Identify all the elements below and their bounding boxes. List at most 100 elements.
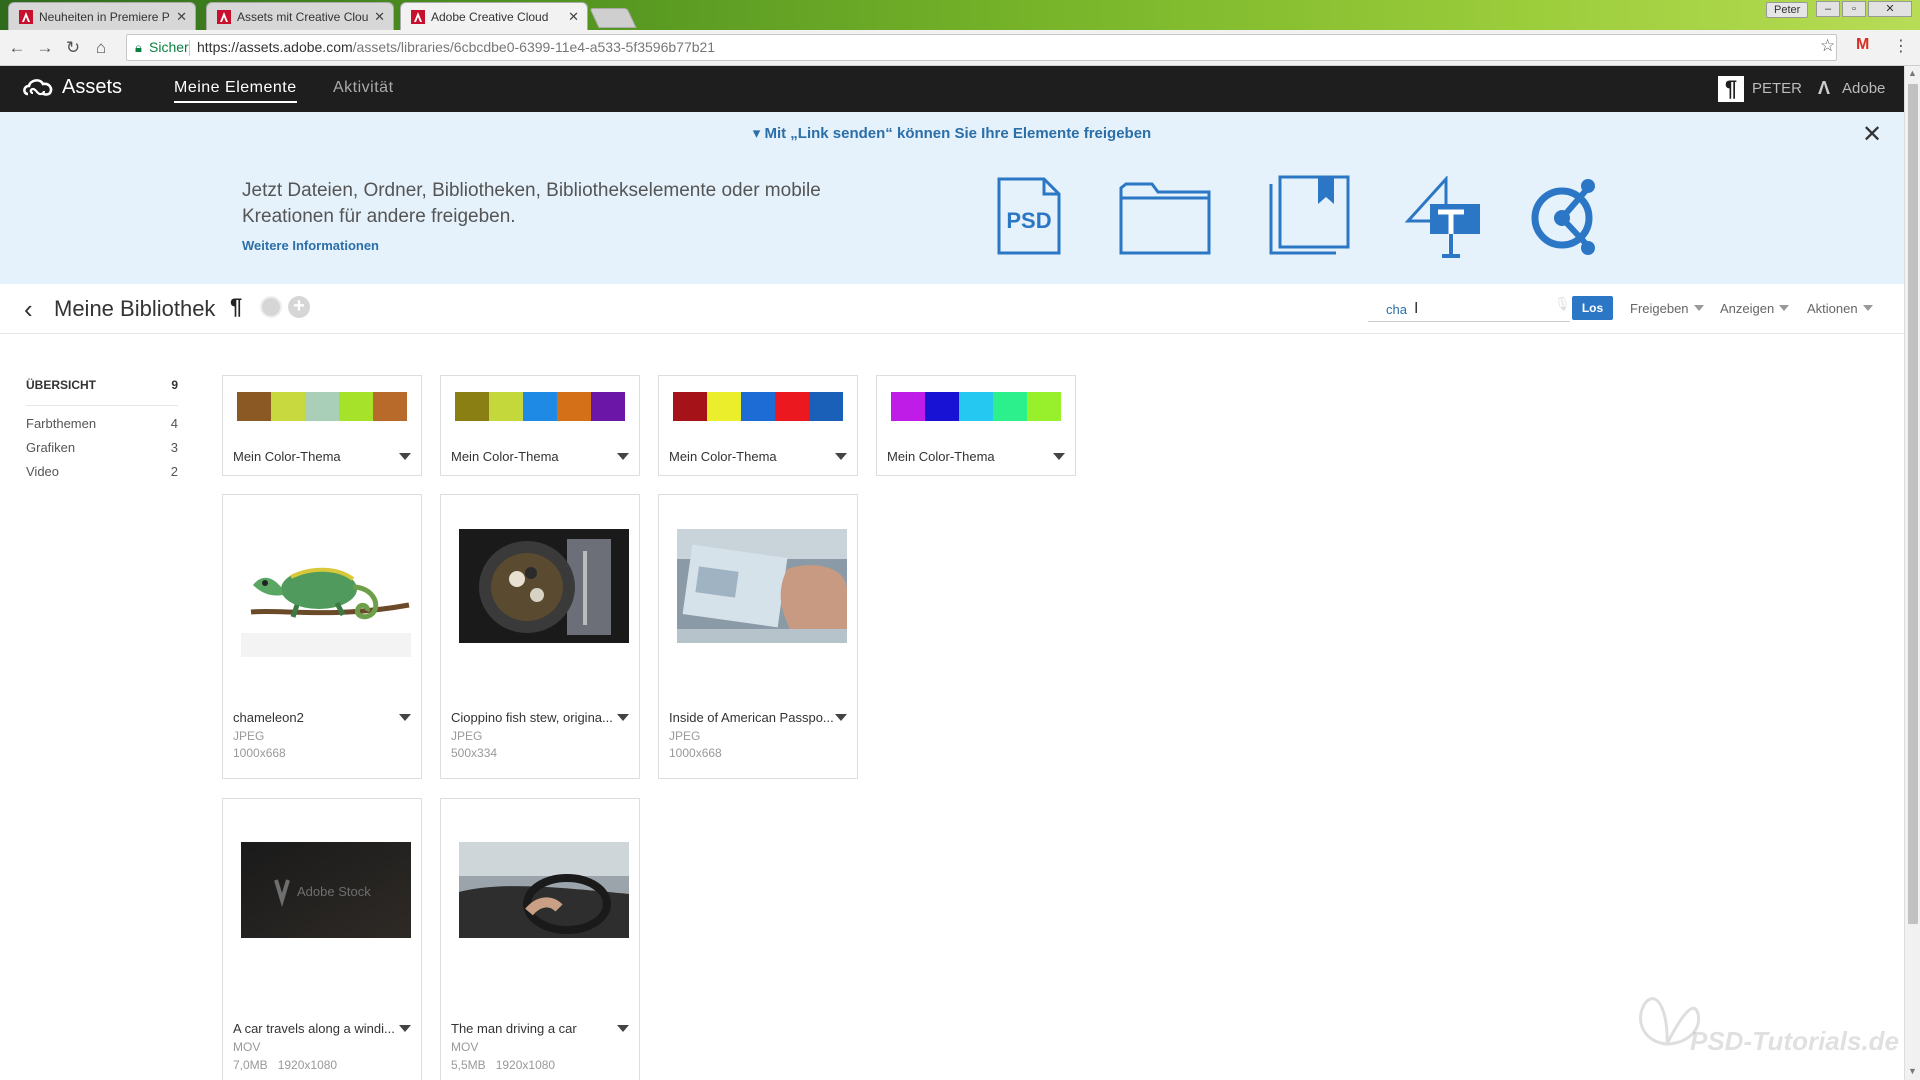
user-name[interactable]: PETER (1752, 80, 1802, 97)
sidebar-item-color-themes[interactable]: Farbthemen 4 (26, 416, 178, 440)
browser-tab-assets[interactable]: Assets mit Creative Clou ✕ (206, 2, 394, 30)
nav-activity[interactable]: Aktivität (333, 79, 394, 97)
video-card[interactable]: Adobe Stock A car travels along a windi.… (222, 798, 422, 1080)
mobile-creation-icon (1531, 179, 1595, 255)
color-theme-card[interactable]: Mein Color-Thema (440, 375, 640, 476)
sidebar-overview-label: ÜBERSICHT (26, 378, 97, 392)
app-title[interactable]: Assets (62, 76, 122, 99)
color-swatch (959, 392, 993, 421)
color-theme-card[interactable]: Mein Color-Thema (876, 375, 1076, 476)
adobe-label[interactable]: Adobe (1842, 80, 1885, 97)
card-menu-icon[interactable] (399, 1025, 411, 1032)
sidebar-item-graphics[interactable]: Grafiken 3 (26, 440, 178, 464)
banner-close-icon[interactable]: ✕ (1862, 120, 1882, 149)
card-menu-icon[interactable] (617, 714, 629, 721)
psd-file-icon: PSD (997, 177, 1061, 255)
sidebar-overview[interactable]: ÜBERSICHT 9 (26, 378, 178, 406)
color-theme-name: Mein Color-Thema (887, 449, 995, 464)
passport-thumbnail (677, 529, 847, 643)
search-input[interactable] (1368, 298, 1570, 322)
url-separator (189, 40, 190, 56)
card-menu-icon[interactable] (1053, 453, 1065, 460)
fish-stew-thumbnail (459, 529, 629, 643)
tab-close-icon[interactable]: ✕ (568, 9, 579, 25)
library-icon (1269, 175, 1350, 255)
chevron-down-icon (1779, 305, 1790, 311)
secure-label: Sicher (149, 39, 189, 55)
graphic-name: Inside of American Passpo... (669, 710, 834, 725)
video-card[interactable]: The man driving a car MOV 5,5MB 1920x108… (440, 798, 640, 1080)
graphic-card[interactable]: Cioppino fish stew, origina... JPEG 500x… (440, 494, 640, 779)
scroll-thumb[interactable] (1908, 84, 1918, 924)
adobe-logo-icon[interactable]: Λ (1818, 78, 1830, 99)
lock-icon: 🔒︎ (135, 40, 142, 55)
browser-menu-icon[interactable]: ⋮ (1893, 36, 1909, 56)
maximize-icon[interactable]: ▫ (1842, 1, 1866, 17)
minimize-icon[interactable]: – (1816, 1, 1840, 17)
library-owner-icon[interactable]: ¶ (230, 294, 242, 320)
nav-my-elements[interactable]: Meine Elemente (174, 79, 297, 103)
color-theme-card[interactable]: Mein Color-Thema (222, 375, 422, 476)
browser-tab-premiere[interactable]: Neuheiten in Premiere P ✕ (8, 2, 196, 30)
add-collaborator-icon[interactable]: + (288, 296, 310, 318)
scroll-up-arrow-icon[interactable]: ▲ (1908, 68, 1917, 78)
color-swatch (489, 392, 523, 421)
color-swatch (1027, 392, 1061, 421)
card-menu-icon[interactable] (835, 714, 847, 721)
search-go-button[interactable]: Los (1572, 296, 1613, 320)
microphone-icon[interactable]: 🎙︎ (1554, 296, 1571, 312)
tab-close-icon[interactable]: ✕ (176, 9, 187, 25)
forward-arrow-icon[interactable]: → (34, 37, 56, 59)
new-tab-button[interactable] (589, 8, 637, 28)
home-icon[interactable]: ⌂ (90, 37, 112, 59)
sidebar-item-count: 4 (170, 416, 178, 431)
back-chevron-icon[interactable]: ‹ (24, 294, 33, 325)
card-menu-icon[interactable] (399, 453, 411, 460)
gmail-extension-icon[interactable]: M (1856, 36, 1869, 54)
chameleon-thumbnail (241, 527, 411, 657)
psd-label: PSD (1006, 208, 1051, 233)
creative-cloud-logo-icon[interactable] (22, 76, 54, 100)
browser-toolbar: ← → ↻ ⌂ 🔒︎ Sicher https://assets.adobe.c… (0, 30, 1920, 66)
reload-icon[interactable]: ↻ (62, 37, 84, 59)
actions-menu[interactable]: Aktionen (1807, 301, 1873, 316)
adobe-favicon-icon (19, 9, 33, 24)
card-menu-icon[interactable] (617, 1025, 629, 1032)
man-driving-image (459, 842, 629, 938)
color-swatch (523, 392, 557, 421)
color-swatch (925, 392, 959, 421)
chevron-down-icon (1862, 305, 1873, 311)
sidebar-item-label: Grafiken (26, 440, 76, 455)
graphic-card[interactable]: chameleon2 JPEG 1000x668 (222, 494, 422, 779)
color-swatch (809, 392, 843, 421)
browser-tab-creative-cloud[interactable]: Adobe Creative Cloud ✕ (400, 2, 588, 30)
scroll-down-arrow-icon[interactable]: ▼ (1908, 1066, 1917, 1076)
user-avatar-icon[interactable]: ¶ (1718, 76, 1744, 102)
card-menu-icon[interactable] (835, 453, 847, 460)
graphic-dimensions: 1000x668 (669, 746, 722, 760)
sidebar-item-video[interactable]: Video 2 (26, 464, 178, 488)
color-theme-name: Mein Color-Thema (451, 449, 559, 464)
address-bar[interactable]: 🔒︎ Sicher https://assets.adobe.com/asset… (126, 34, 1837, 61)
browser-profile-button[interactable]: Peter (1766, 2, 1809, 18)
bookmark-star-icon[interactable]: ☆ (1820, 36, 1835, 56)
color-swatches (673, 392, 843, 421)
card-menu-icon[interactable] (399, 714, 411, 721)
psd-tutorials-watermark: PSD-Tutorials.de (1690, 1026, 1900, 1056)
color-swatches (237, 392, 407, 421)
card-menu-icon[interactable] (617, 453, 629, 460)
back-arrow-icon[interactable]: ← (6, 37, 28, 59)
banner-headline[interactable]: ▾ Mit „Link senden“ können Sie Ihre Elem… (0, 124, 1904, 142)
page-scrollbar[interactable]: ▲ ▼ (1904, 66, 1920, 1080)
collaborator-avatar-icon[interactable] (260, 296, 282, 318)
color-theme-card[interactable]: Mein Color-Thema (658, 375, 858, 476)
view-menu[interactable]: Anzeigen (1720, 301, 1790, 316)
window-close-icon[interactable]: ✕ (1868, 1, 1912, 17)
video-dimensions: 1920x1080 (495, 1058, 556, 1072)
url-path: /assets/libraries/6cbcdbe0-6399-11e4-a53… (352, 39, 716, 55)
video-size-dims: 7,0MB 1920x1080 (233, 1058, 337, 1072)
tab-close-icon[interactable]: ✕ (374, 9, 385, 25)
graphic-card[interactable]: Inside of American Passpo... JPEG 1000x6… (658, 494, 858, 779)
more-info-link[interactable]: Weitere Informationen (242, 238, 379, 253)
share-menu[interactable]: Freigeben (1630, 301, 1704, 316)
